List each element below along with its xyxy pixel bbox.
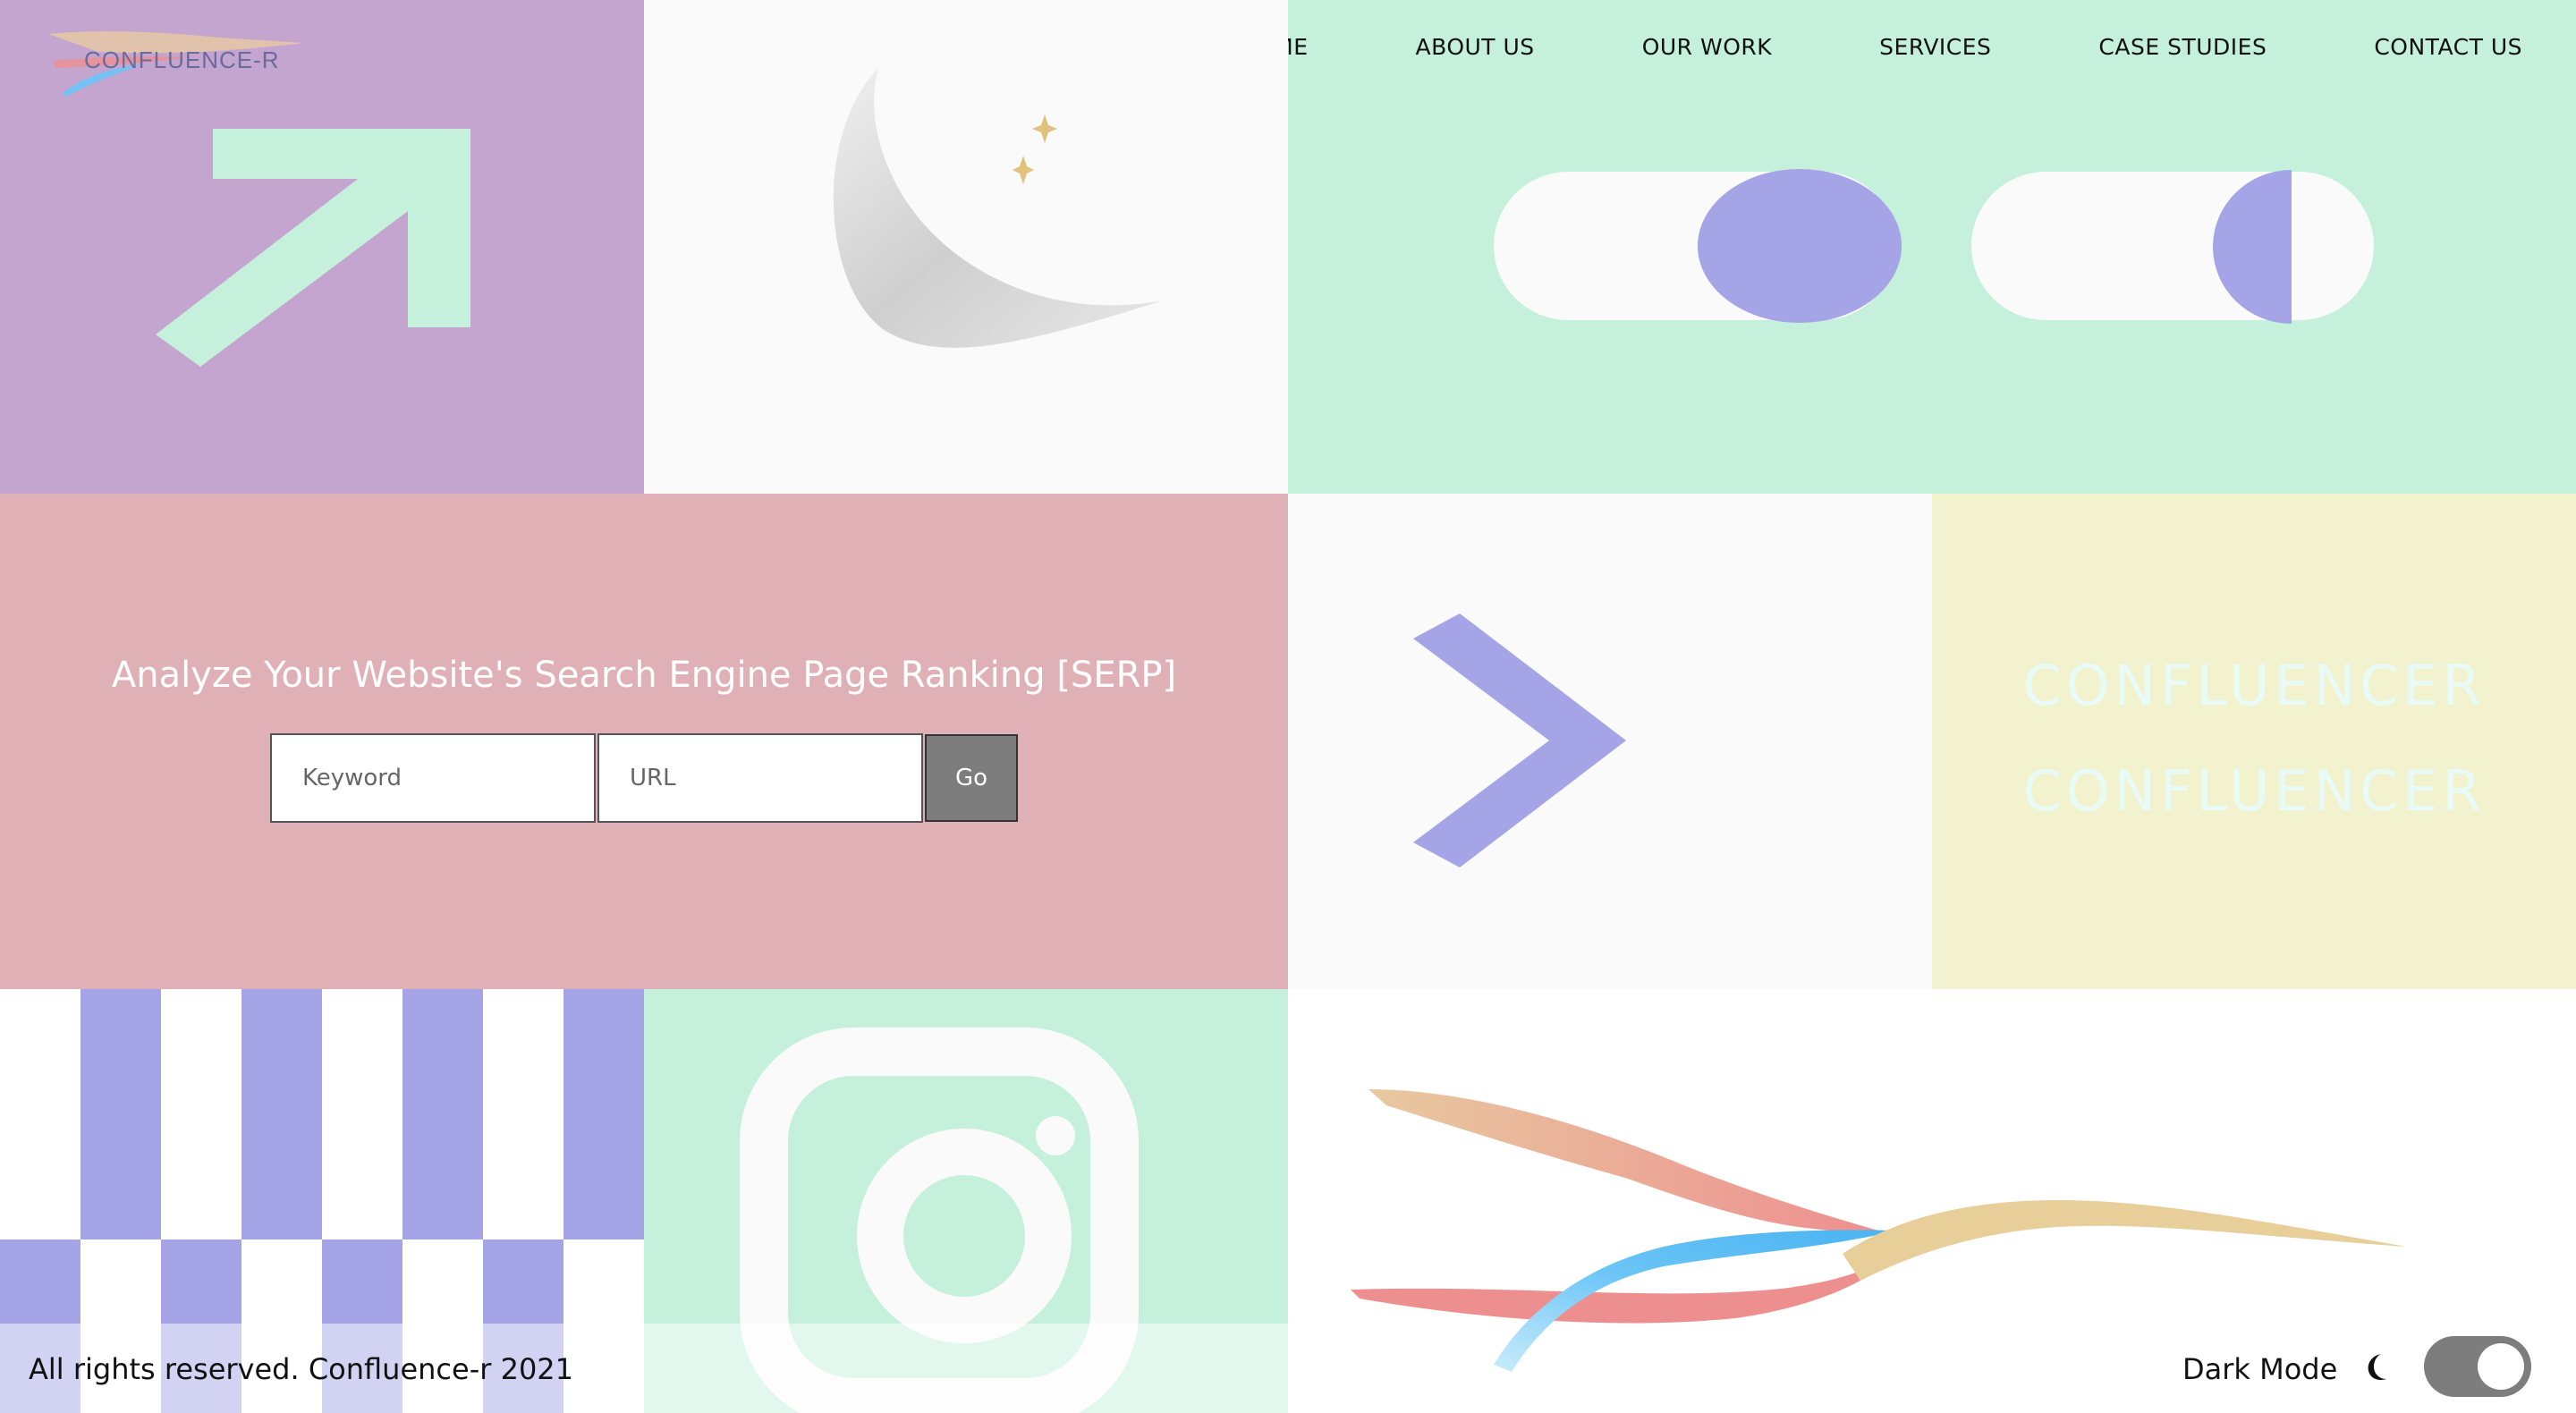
moon-icon [2368, 1354, 2386, 1380]
nav-case-studies[interactable]: CASE STUDIES [2098, 34, 2267, 60]
nav-services[interactable]: SERVICES [1879, 34, 1991, 60]
moon-tile [644, 0, 1288, 494]
nav-about-us[interactable]: ABOUT US [1416, 34, 1535, 60]
main-nav: HOME ABOUT US OUR WORK SERVICES CASE STU… [1288, 0, 2576, 93]
go-button[interactable]: Go [925, 734, 1018, 822]
wordmark-line-1: CONFLUENCER [2022, 653, 2486, 718]
dark-mode-label: Dark Mode [2182, 1352, 2338, 1386]
logo[interactable]: CONFLUENCE-R [45, 25, 313, 97]
wordmark-line-2: CONFLUENCER [2022, 758, 2486, 824]
copyright-text: All rights reserved. Confluence-r 2021 [29, 1352, 574, 1386]
keyword-input[interactable] [270, 733, 596, 823]
url-input[interactable] [597, 733, 923, 823]
serp-panel: Analyze Your Website's Search Engine Pag… [0, 494, 1288, 989]
logo-text: CONFLUENCE-R [84, 47, 280, 73]
serp-form: Go [270, 733, 1018, 823]
arrow-tile: CONFLUENCE-R [0, 0, 644, 494]
chevron-right-icon [1413, 613, 1626, 867]
toggles-tile: HOME ABOUT US OUR WORK SERVICES CASE STU… [1288, 0, 2576, 494]
dark-mode-toggle[interactable] [2424, 1336, 2531, 1397]
chevron-tile [1288, 494, 1932, 989]
wordmark-tile: CONFLUENCER CONFLUENCER [1932, 494, 2576, 989]
nav-our-work[interactable]: OUR WORK [1642, 34, 1772, 60]
crescent-moon-icon [833, 68, 1163, 348]
serp-title: Analyze Your Website's Search Engine Pag… [111, 655, 1177, 696]
nav-contact-us[interactable]: CONTACT US [2374, 34, 2522, 60]
nav-home[interactable]: HOME [1288, 34, 1309, 60]
dark-mode-toggle-knob [2478, 1343, 2524, 1390]
